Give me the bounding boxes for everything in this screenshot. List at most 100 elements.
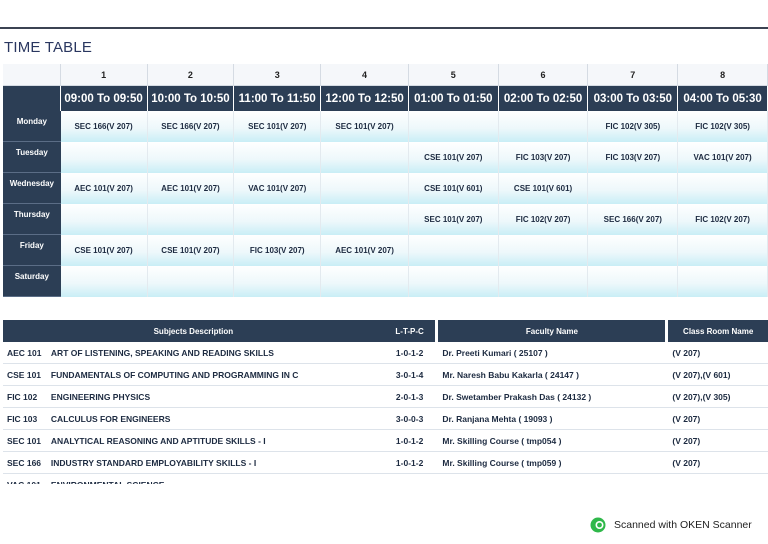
slot-cell: SEC 101(V 207) [234, 111, 322, 142]
slot-cell [678, 235, 768, 266]
slot-cell [321, 142, 409, 173]
slot-cell [147, 142, 235, 173]
slot-cell: FIC 103(V 207) [498, 142, 589, 173]
subject-code: CSE 101 [3, 364, 47, 386]
slot-cell: CSE 101(V 207) [147, 235, 235, 266]
slot-cell: SEC 166(V 207) [588, 204, 679, 235]
top-border [0, 27, 768, 29]
subject-name: INDUSTRY STANDARD EMPLOYABILITY SKILLS -… [46, 452, 384, 474]
slot-cell [147, 266, 235, 297]
slot-cell: CSE 101(V 601) [498, 173, 589, 204]
subject-name: ENGINEERING PHYSICS [46, 386, 384, 408]
subject-code: FIC 102 [3, 386, 47, 408]
period-number: 3 [234, 64, 322, 86]
slot-cell [60, 142, 148, 173]
time-slot: 10:00 To 10:50 [147, 86, 235, 111]
class-room: (V 207) [668, 452, 768, 474]
slot-cell [588, 235, 679, 266]
class-room: (V 207) [668, 408, 768, 430]
subject-name: CALCULUS FOR ENGINEERS [46, 408, 384, 430]
slot-cell [60, 266, 148, 297]
slot-cell: VAC 101(V 207) [234, 173, 322, 204]
corner-cell [3, 64, 61, 86]
scanner-text: Scanned with OKEN Scanner [614, 519, 752, 531]
subject-code: SEC 166 [3, 452, 47, 474]
slot-cell: AEC 101(V 207) [321, 235, 409, 266]
faculty-name: Mr. Skilling Course ( tmp059 ) [438, 452, 666, 474]
faculty-name: Mr. Naresh Babu Kakarla ( 24147 ) [438, 364, 666, 386]
day-row-wednesday: Wednesday AEC 101(V 207) AEC 101(V 207) … [3, 173, 768, 204]
day-label: Monday [3, 111, 61, 142]
subject-ltpc: 3-0-0-3 [383, 408, 436, 430]
subject-row: CSE 101 FUNDAMENTALS OF COMPUTING AND PR… [3, 364, 768, 386]
period-number-row: 1 2 3 4 5 6 7 8 [3, 64, 768, 86]
slot-cell [321, 266, 409, 297]
slot-cell [498, 111, 589, 142]
corner-cell [3, 86, 61, 111]
period-number: 5 [408, 64, 499, 86]
slot-cell: CSE 101(V 601) [408, 173, 499, 204]
scanner-watermark: Scanned with OKEN Scanner [590, 517, 752, 533]
slot-cell [588, 173, 679, 204]
slot-cell [408, 235, 499, 266]
slot-cell [498, 266, 589, 297]
time-slot-row: 09:00 To 09:50 10:00 To 10:50 11:00 To 1… [3, 86, 768, 111]
subject-name: ANALYTICAL REASONING AND APTITUDE SKILLS… [46, 430, 384, 452]
time-slot: 01:00 To 01:50 [408, 86, 499, 111]
faculty-header: Faculty Name [438, 320, 666, 342]
slot-cell [234, 142, 322, 173]
period-number: 8 [678, 64, 768, 86]
time-slot: 11:00 To 11:50 [234, 86, 322, 111]
timetable-grid: 1 2 3 4 5 6 7 8 09:00 To 09:50 10:00 To … [3, 64, 768, 297]
slot-cell: FIC 102(V 305) [678, 111, 768, 142]
day-row-saturday: Saturday [3, 266, 768, 297]
class-room: (V 207),(V 601) [668, 364, 768, 386]
class-room: (V 207) [668, 342, 768, 364]
day-row-tuesday: Tuesday CSE 101(V 207) FIC 103(V 207) FI… [3, 142, 768, 173]
class-room: (V 207),(V 305) [668, 386, 768, 408]
time-slot: 04:00 To 05:30 [678, 86, 768, 111]
slot-cell [60, 204, 148, 235]
slot-cell [321, 173, 409, 204]
slot-cell: SEC 101(V 207) [321, 111, 409, 142]
period-number: 7 [588, 64, 679, 86]
slot-cell [498, 235, 589, 266]
slot-cell [588, 266, 679, 297]
ltpc-header: L-T-P-C [383, 320, 436, 342]
slot-cell: SEC 101(V 207) [408, 204, 499, 235]
subjects-description-header: Subjects Description [3, 320, 384, 342]
subject-code: FIC 103 [3, 408, 47, 430]
slot-cell: FIC 103(V 207) [234, 235, 322, 266]
day-label: Saturday [3, 266, 61, 297]
day-label: Tuesday [3, 142, 61, 173]
subjects-table: Subjects Description L-T-P-C Faculty Nam… [3, 320, 768, 496]
slot-cell: AEC 101(V 207) [147, 173, 235, 204]
slot-cell: SEC 166(V 207) [60, 111, 148, 142]
faculty-name: Mr. Skilling Course ( tmp054 ) [438, 430, 666, 452]
class-room: (V 207) [668, 430, 768, 452]
subject-ltpc: 2-0-1-3 [383, 386, 436, 408]
slot-cell [234, 266, 322, 297]
time-slot: 02:00 To 02:50 [498, 86, 589, 111]
slot-cell: VAC 101(V 207) [678, 142, 768, 173]
slot-cell: FIC 103(V 207) [588, 142, 679, 173]
slot-cell [678, 173, 768, 204]
subject-code: AEC 101 [3, 342, 47, 364]
faculty-name: Dr. Swetamber Prakash Das ( 24132 ) [438, 386, 666, 408]
subject-ltpc: 3-0-1-4 [383, 364, 436, 386]
time-slot: 12:00 To 12:50 [321, 86, 409, 111]
subject-row: SEC 101 ANALYTICAL REASONING AND APTITUD… [3, 430, 768, 452]
day-row-thursday: Thursday SEC 101(V 207) FIC 102(V 207) S… [3, 204, 768, 235]
day-label: Friday [3, 235, 61, 266]
subject-name: ART OF LISTENING, SPEAKING AND READING S… [46, 342, 384, 364]
page-bottom-margin [0, 484, 768, 544]
slot-cell [678, 266, 768, 297]
day-row-monday: Monday SEC 166(V 207) SEC 166(V 207) SEC… [3, 111, 768, 142]
slot-cell: AEC 101(V 207) [60, 173, 148, 204]
page-title: TIME TABLE [4, 39, 93, 56]
faculty-name: Dr. Ranjana Mehta ( 19093 ) [438, 408, 666, 430]
day-row-friday: Friday CSE 101(V 207) CSE 101(V 207) FIC… [3, 235, 768, 266]
period-number: 2 [147, 64, 235, 86]
time-slot: 03:00 To 03:50 [588, 86, 679, 111]
slot-cell [234, 204, 322, 235]
